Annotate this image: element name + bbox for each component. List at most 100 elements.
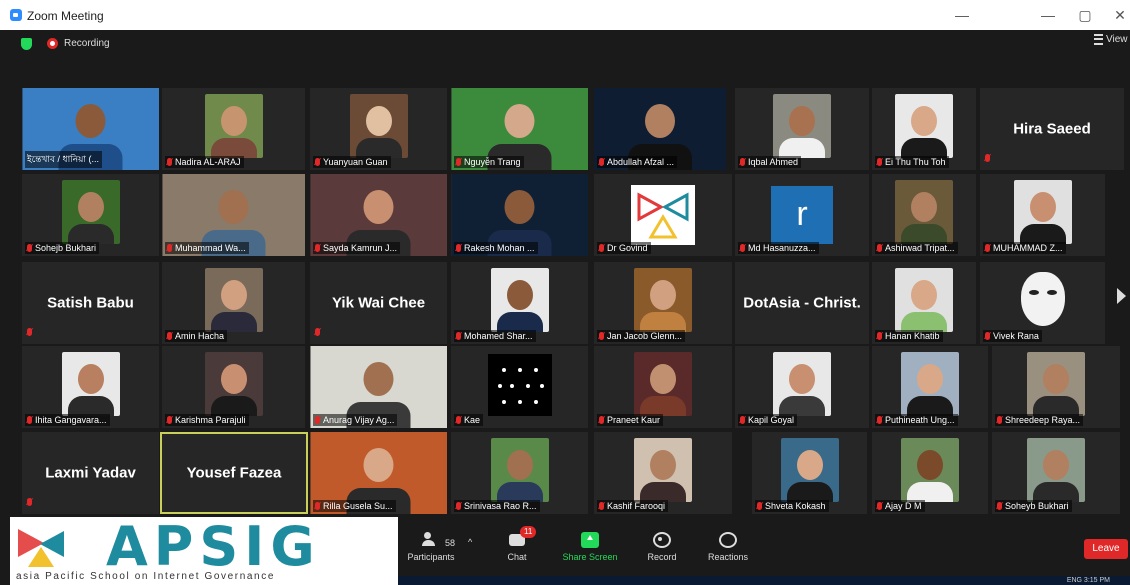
share-screen-label: Share Screen [562,552,618,562]
dot [539,384,544,389]
dot [517,368,522,373]
participants-button[interactable]: Participants [396,532,466,562]
participant-tile[interactable]: Muhammad Wa... [162,174,305,256]
participant-tile[interactable]: Laxmi Yadav [22,432,159,514]
participant-name: Ashirwad Tripat... [885,243,955,253]
participant-video [634,351,692,416]
participant-name: Ihita Gangavara... [35,415,107,425]
participant-tile[interactable]: Nadira AL-ARAJ [162,88,305,170]
participant-tile[interactable]: Rakesh Mohan ... [451,174,588,256]
record-button[interactable]: Record [627,532,697,562]
participant-face [911,191,937,222]
participant-tile[interactable]: DotAsia - Christ. [735,262,869,344]
reactions-button[interactable]: Reactions [693,532,763,562]
mic-muted-icon [985,244,990,252]
participant-tile[interactable]: Puthineath Ung... [872,346,988,428]
participant-tile[interactable]: Yousef Fazea [160,432,308,514]
mic-muted-icon [27,328,32,336]
participant-tile[interactable]: Shreedeep Raya... [992,346,1120,428]
participant-tile[interactable]: Kapil Goyal [735,346,869,428]
participant-tile[interactable]: Yuanyuan Guan [310,88,447,170]
participant-name: Anurag Vijay Ag... [323,415,395,425]
participant-name-label: MUHAMMAD Z... [983,242,1066,254]
participant-tile[interactable]: r Md Hasanuzza... [735,174,869,256]
participant-tile[interactable]: Kae [451,346,588,428]
participant-name: Jan Jacob Glenn... [607,331,683,341]
participant-name-label: Sayda Kamrun J... [313,242,401,254]
participant-name-large: Yik Wai Chee [331,294,426,312]
participant-tile[interactable]: Vivek Rana [980,262,1105,344]
participant-name-label: Amin Hacha [165,330,228,342]
participant-name: Iqbal Ahmed [748,157,799,167]
participant-video [773,351,831,416]
participant-face [220,279,247,310]
participant-name: Amin Hacha [175,331,225,341]
participant-tile[interactable]: Shveta Kokash [752,432,867,514]
participant-name-label: Sohejb Bukhari [25,242,100,254]
mic-muted-icon [997,416,1002,424]
participant-tile[interactable]: Hira Saeed [980,88,1124,170]
participant-tile[interactable]: Iqbal Ahmed [735,88,869,170]
participant-video [490,437,549,502]
mic-muted-icon [167,244,172,252]
participant-name-label: Karishma Parajuli [165,414,249,426]
logo-triangle-yellow [28,547,54,567]
participant-tile[interactable]: Mohamed Shar... [451,262,588,344]
chat-button[interactable]: 11 Chat [482,526,552,562]
participant-name: Kashif Farooqi [607,501,666,511]
participant-tile[interactable]: Praneet Kaur [594,346,732,428]
participant-name-label: Jan Jacob Glenn... [597,330,686,342]
participant-tile[interactable]: Nguyễn Trang [451,88,588,170]
participant-name: Srinivasa Rao R... [464,501,537,511]
participant-tile[interactable]: Yik Wai Chee [310,262,447,344]
participant-name-label: Praneet Kaur [597,414,664,426]
participant-tile[interactable]: Soheyb Bukhari [992,432,1120,514]
mic-muted-icon [167,158,172,166]
participant-tile[interactable]: Satish Babu [22,262,159,344]
participant-body [210,395,257,416]
system-tray: ENG 3:15 PM [1066,577,1110,584]
participant-name: Shveta Kokash [765,501,826,511]
participant-tile[interactable]: Sohejb Bukhari [22,174,159,256]
participant-tile[interactable]: Kashif Farooqi [594,432,732,514]
participant-tile[interactable]: MUHAMMAD Z... [980,174,1105,256]
participant-tile[interactable]: Amin Hacha [162,262,305,344]
dot [533,368,538,373]
participant-tile[interactable]: Ihita Gangavara... [22,346,159,428]
mic-muted-icon [740,244,745,252]
participant-tile[interactable]: Ashirwad Tripat... [872,174,976,256]
participant-tile[interactable]: Dr Govind [594,174,732,256]
share-screen-button[interactable]: Share Screen [555,532,625,562]
participant-tile[interactable]: Sayda Kamrun J... [310,174,447,256]
participant-name-label: Puthineath Ung... [875,414,958,426]
participant-name: Ei Thu Thu Toh [885,157,946,167]
participant-name-label: Dr Govind [597,242,651,254]
leave-button[interactable]: Leave [1084,539,1128,559]
mic-muted-icon [599,502,604,510]
participant-tile[interactable]: Hanan Khatib [872,262,976,344]
participant-face [75,104,106,138]
participant-tile[interactable]: ইন্তেখাব / ধানিয়া (... [22,88,159,170]
participant-tile[interactable]: Ajay D M [872,432,988,514]
participant-tile[interactable]: Jan Jacob Glenn... [594,262,732,344]
participant-name: Md Hasanuzza... [748,243,816,253]
triangle-logo-avatar [631,185,695,245]
participants-icon [422,532,440,548]
participant-tile[interactable]: Karishma Parajuli [162,346,305,428]
next-page-arrow-icon[interactable] [1117,288,1126,304]
participant-tile[interactable]: Rilla Gusela Su... [310,432,447,514]
participant-video [349,93,408,158]
reactions-label: Reactions [707,552,749,562]
participant-name: MUHAMMAD Z... [993,243,1063,253]
mic-muted-icon [877,158,882,166]
r-logo-avatar: r [771,186,833,244]
participant-tile[interactable]: Ei Thu Thu Toh [872,88,976,170]
mic-muted-icon [456,332,461,340]
participant-tile[interactable]: Anurag Vijay Ag... [310,346,447,428]
participant-tile[interactable]: Abdullah Afzal ... [594,88,726,170]
apsig-logo: APSIG asia Pacific School on Internet Go… [10,517,398,585]
participants-caret-icon[interactable]: ^ [468,537,472,547]
participant-tile[interactable]: Srinivasa Rao R... [451,432,588,514]
participant-face [77,363,104,394]
participant-video [901,351,959,416]
